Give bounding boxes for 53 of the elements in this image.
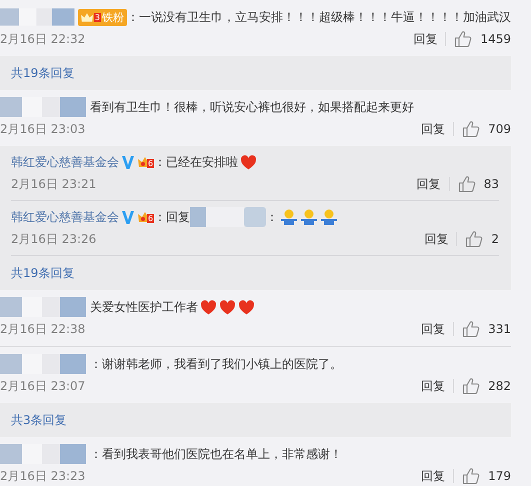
- heart-icon: [240, 154, 258, 170]
- comment-text: ：一说没有卫生巾，立马安排！！！超级棒！！！牛逼！！！！加油武汉: [127, 8, 511, 26]
- reply-button[interactable]: 回复: [421, 378, 446, 394]
- verified-icon: [121, 209, 135, 225]
- comment-time: 2月16日 23:23: [0, 468, 86, 484]
- comment-text: ：看到我表哥他们医院也在名单上，非常感谢！: [90, 446, 342, 462]
- more-replies-link[interactable]: 共19条回复: [11, 56, 499, 90]
- comment-time: 2月16日 23:07: [0, 378, 86, 394]
- reply-button[interactable]: 回复: [421, 320, 446, 338]
- comment-text: 看到有卫生巾！很棒，听说安心裤也很好，如果搭配起来更好: [90, 98, 414, 116]
- thumbs-up-icon[interactable]: [462, 120, 480, 138]
- smiling-figure-icon: [300, 209, 318, 225]
- user-name-link[interactable]: 韩红爱心慈善基金会: [11, 208, 119, 226]
- thumbs-up-icon[interactable]: [454, 30, 472, 48]
- comment-time: 2月16日 22:38: [0, 320, 86, 338]
- comment-time: 2月16日 23:03: [0, 120, 86, 138]
- reply-time: 2月16日 23:26: [11, 230, 96, 248]
- comment-time: 2月16日 22:32: [0, 30, 86, 48]
- like-count: 83: [484, 177, 499, 191]
- thumbs-up-icon[interactable]: [465, 230, 484, 248]
- fan-badge: 3 铁粉: [78, 8, 127, 26]
- verified-icon: [121, 154, 135, 170]
- level-crown-badge: 6: [138, 211, 154, 223]
- smiling-figure-icon: [280, 209, 298, 225]
- reply-button[interactable]: 回复: [421, 468, 446, 484]
- heart-icon: [238, 298, 255, 316]
- user-name-link[interactable]: 韩红爱心慈善基金会: [11, 154, 119, 170]
- like-count: 282: [488, 379, 511, 393]
- like-count: 1459: [480, 32, 511, 46]
- comment-text: ：谢谢韩老师，我看到了我们小镇上的医院了。: [90, 356, 342, 372]
- reply-button[interactable]: 回复: [424, 230, 448, 248]
- heart-icon: [219, 298, 236, 316]
- like-count: 2: [491, 232, 499, 246]
- reply-button[interactable]: 回复: [416, 176, 441, 192]
- like-count: 331: [488, 322, 511, 336]
- thumbs-up-icon[interactable]: [462, 320, 480, 338]
- reply-button[interactable]: 回复: [421, 120, 446, 138]
- level-crown-badge: 6: [138, 156, 154, 168]
- thumbs-up-icon[interactable]: [458, 175, 476, 193]
- like-count: 179: [488, 469, 511, 483]
- smiling-figure-icon: [320, 209, 338, 225]
- thumbs-up-icon[interactable]: [462, 467, 480, 485]
- reply-text: ：: [266, 208, 278, 226]
- comment-text: 关爱女性医护工作者: [90, 298, 198, 316]
- more-replies-link[interactable]: 共3条回复: [11, 403, 499, 437]
- reply-text: ：回复: [154, 208, 190, 226]
- reply-text: ：已经在安排啦: [154, 154, 238, 170]
- more-replies-link[interactable]: 共19条回复: [11, 256, 499, 290]
- like-count: 709: [488, 122, 511, 136]
- heart-icon: [200, 298, 217, 316]
- reply-time: 2月16日 23:21: [11, 176, 96, 192]
- reply-button[interactable]: 回复: [413, 30, 438, 48]
- thumbs-up-icon[interactable]: [462, 377, 480, 395]
